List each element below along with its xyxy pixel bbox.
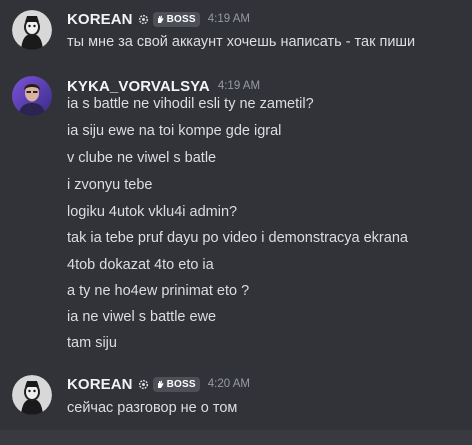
timestamp[interactable]: 4:20 AM: [208, 378, 250, 390]
settings-gear-icon: [138, 379, 149, 390]
role-tag[interactable]: BOSS: [152, 376, 200, 392]
message-text: 4tob dokazat 4to eto ia: [67, 257, 214, 273]
message-text: ia s battle ne vihodil esli ty ne zameti…: [67, 96, 314, 112]
username[interactable]: KYKA_VORVALSYA: [67, 78, 210, 95]
role-tag-label: BOSS: [166, 378, 196, 390]
username[interactable]: KOREAN: [67, 11, 133, 28]
message-header: KYKA_VORVALSYA 4:19 AM: [67, 77, 260, 95]
username[interactable]: KOREAN: [67, 376, 133, 393]
hand-icon: [157, 15, 164, 23]
message-input-edge[interactable]: [0, 430, 472, 445]
message-text: ia ne viwel s battle ewe: [67, 309, 217, 325]
timestamp[interactable]: 4:19 AM: [208, 13, 250, 25]
role-tag[interactable]: BOSS: [152, 11, 200, 27]
message-text: tam siju: [67, 335, 117, 351]
user-avatar[interactable]: [12, 375, 52, 415]
user-avatar[interactable]: [12, 10, 52, 50]
masked-figure-avatar-icon: [12, 10, 52, 50]
message-text: v clube ne viwel s batle: [67, 150, 217, 166]
user-avatar[interactable]: [12, 76, 52, 116]
timestamp[interactable]: 4:19 AM: [218, 80, 260, 92]
role-tag-label: BOSS: [166, 13, 196, 25]
message-text: logiku 4utok vklu4i admin?: [67, 204, 238, 220]
message-header: KOREAN BOSS 4:20 AM: [67, 375, 250, 393]
masked-figure-avatar-icon: [12, 375, 52, 415]
message-text: i zvonyu tebe: [67, 177, 153, 193]
message-header: KOREAN BOSS 4:19 AM: [67, 10, 250, 28]
message-text: сейчас разговор не о том: [67, 400, 238, 416]
purple-photo-avatar-icon: [12, 76, 52, 116]
message-text: ты мне за свой аккаунт хочешь написать -…: [67, 34, 416, 50]
message-text: tak ia tebe pruf dayu po video i demonst…: [67, 230, 408, 246]
settings-gear-icon: [138, 14, 149, 25]
hand-icon: [157, 380, 164, 388]
message-text: a ty ne ho4ew prinimat eto ?: [67, 283, 250, 299]
message-text: ia siju ewe na toi kompe gde igral: [67, 123, 282, 139]
